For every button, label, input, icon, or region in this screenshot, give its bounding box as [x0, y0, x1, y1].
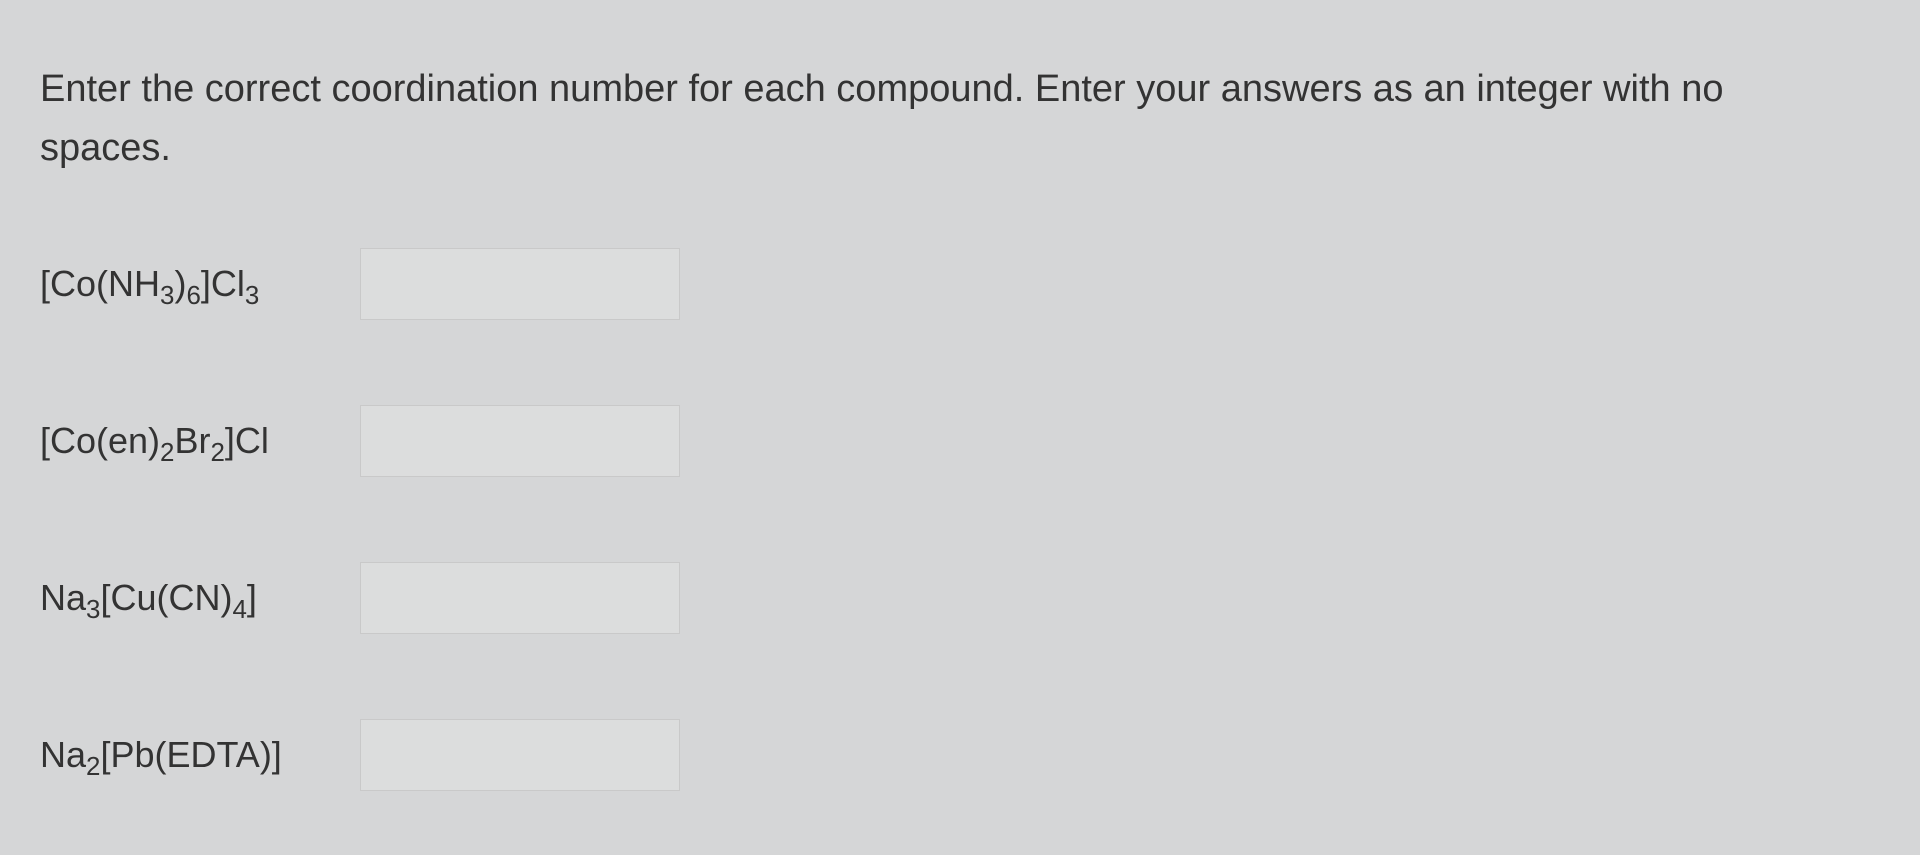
compound-row: [Co(en)2Br2]Cl	[40, 405, 1880, 477]
answer-input-4[interactable]	[360, 719, 680, 791]
compound-formula-2: [Co(en)2Br2]Cl	[40, 420, 360, 462]
question-prompt: Enter the correct coordination number fo…	[40, 60, 1800, 178]
compound-formula-4: Na2[Pb(EDTA)]	[40, 734, 360, 776]
question-container: Enter the correct coordination number fo…	[0, 0, 1920, 855]
answer-input-2[interactable]	[360, 405, 680, 477]
answer-input-3[interactable]	[360, 562, 680, 634]
compound-row: Na2[Pb(EDTA)]	[40, 719, 1880, 791]
compound-formula-3: Na3[Cu(CN)4]	[40, 577, 360, 619]
compound-row: [Co(NH3)6]Cl3	[40, 248, 1880, 320]
compound-formula-1: [Co(NH3)6]Cl3	[40, 263, 360, 305]
compound-row: Na3[Cu(CN)4]	[40, 562, 1880, 634]
answer-input-1[interactable]	[360, 248, 680, 320]
